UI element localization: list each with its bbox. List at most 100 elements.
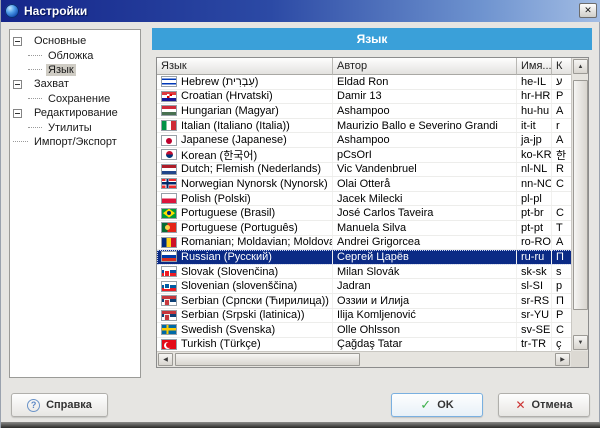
table-row[interactable]: Dutch; Flemish (Nederlands) Vic Vandenbr…: [157, 162, 573, 178]
vertical-scroll-thumb[interactable]: [573, 80, 588, 310]
locale-code-cell: hu-hu: [517, 104, 552, 118]
table-row[interactable]: Croatian (Hrvatski) Damir 13 hr-HR P: [157, 89, 573, 105]
horizontal-scrollbar[interactable]: ◀ ▶: [157, 351, 571, 367]
tree-collapse-icon[interactable]: [13, 79, 22, 89]
author-cell: Ilija Komljenović: [333, 308, 517, 323]
tree-item-label: Утилиты: [48, 121, 92, 134]
tree-item-4[interactable]: Сохранение: [10, 92, 140, 106]
language-label: Swedish (Svenska): [181, 323, 276, 336]
tree-item-5[interactable]: Редактирование: [10, 106, 140, 120]
check-icon: ✓: [420, 397, 432, 412]
author-cell: Ashampoo: [333, 104, 517, 118]
tree-item-label: Захват: [34, 78, 69, 91]
scrollbar-corner: [571, 351, 588, 367]
language-cell: Swedish (Svenska): [157, 323, 333, 337]
table-row[interactable]: Hungarian (Magyar) Ashampoo hu-hu A: [157, 104, 573, 119]
author-cell: Vic Vandenbruel: [333, 162, 517, 177]
author-cell: Çağdaş Tatar: [333, 337, 517, 352]
language-label: Russian (Русский): [181, 250, 272, 263]
language-cell: Romanian; Moldavian; Moldovan (Română): [157, 235, 333, 250]
tree-connector: [28, 127, 42, 129]
tree-collapse-icon[interactable]: [13, 36, 22, 46]
settings-window: Настройки ✕ Основные Обложка Язык Захват…: [0, 0, 600, 428]
language-label: Polish (Polski): [181, 192, 251, 205]
extra-cell: П: [556, 294, 564, 307]
language-label: Slovak (Slovenčina): [181, 265, 279, 278]
flag-icon: [161, 178, 177, 190]
language-cell: Japanese (Japanese): [157, 133, 333, 147]
language-label: Serbian (Srpski (latinica)): [181, 309, 305, 322]
locale-code-cell: hr-HR: [517, 89, 552, 104]
extra-cell: A: [556, 134, 564, 147]
language-label: Norwegian Nynorsk (Nynorsk): [181, 177, 328, 190]
scroll-left-icon[interactable]: ◀: [158, 353, 173, 366]
locale-code-cell: ro-RO: [517, 235, 552, 250]
scroll-up-icon[interactable]: ▲: [573, 59, 588, 74]
locale-code-cell: tr-TR: [517, 337, 552, 352]
tree-connector: [28, 55, 42, 57]
table-row[interactable]: Polish (Polski) Jacek Milecki pl-pl: [157, 191, 573, 207]
table-row[interactable]: Norwegian Nynorsk (Nynorsk) Olai Otterå …: [157, 177, 573, 192]
tree-item-1[interactable]: Обложка: [10, 48, 140, 62]
tree-collapse-icon[interactable]: [13, 108, 22, 118]
flag-icon: [161, 338, 177, 350]
extra-cell: R: [556, 163, 564, 176]
author-cell: Оззии и Илија: [333, 293, 517, 308]
extra-cell: ç: [556, 338, 562, 351]
tree-item-2[interactable]: Язык: [10, 63, 140, 77]
locale-code-cell: sk-sk: [517, 264, 552, 279]
table-row[interactable]: Portuguese (Brasil) José Carlos Taveira …: [157, 206, 573, 221]
author-cell: José Carlos Taveira: [333, 206, 517, 220]
column-header-k[interactable]: К: [552, 58, 573, 75]
table-row[interactable]: Slovenian (slovenščina) Jadran sl-SI p: [157, 279, 573, 294]
table-row[interactable]: Romanian; Moldavian; Moldovan (Română) A…: [157, 235, 573, 251]
column-header-language[interactable]: Язык: [157, 58, 333, 75]
flag-icon: [161, 324, 177, 336]
language-label: Turkish (Türkçe): [181, 338, 261, 351]
cancel-button-label: Отмена: [531, 399, 573, 411]
help-button[interactable]: ? Справка: [11, 393, 108, 417]
tree-item-3[interactable]: Захват: [10, 77, 140, 91]
scroll-right-icon[interactable]: ▶: [555, 353, 570, 366]
cancel-x-icon: ✕: [515, 398, 526, 412]
language-cell: Portuguese (Português): [157, 220, 333, 235]
tree-item-7[interactable]: Импорт/Экспорт: [10, 135, 140, 149]
language-cell: Hebrew (עִבְרִית): [157, 75, 333, 89]
table-row[interactable]: Hebrew (עִבְרִית) Eldad Ron he-IL ע: [157, 75, 573, 90]
table-row[interactable]: Russian (Русский) Сергей Царёв ru-ru П: [157, 250, 573, 265]
table-row[interactable]: Japanese (Japanese) Ashampoo ja-jp A: [157, 133, 573, 148]
table-row[interactable]: Serbian (Српски (Ћирилица)) Оззии и Илиј…: [157, 293, 573, 309]
locale-code-cell: sr-YU: [517, 308, 552, 323]
language-label: Hungarian (Magyar): [181, 104, 279, 117]
table-row[interactable]: Slovak (Slovenčina) Milan Slovák sk-sk s: [157, 264, 573, 280]
tree-connector: [28, 69, 42, 71]
titlebar[interactable]: Настройки ✕: [1, 0, 600, 22]
table-row[interactable]: Serbian (Srpski (latinica)) Ilija Komlje…: [157, 308, 573, 324]
locale-code-cell: pl-pl: [517, 191, 552, 206]
extra-cell: П: [556, 250, 564, 263]
vertical-scrollbar[interactable]: ▲ ▼: [571, 58, 588, 351]
column-header-name[interactable]: Имя...: [517, 58, 552, 75]
table-row[interactable]: Korean (한국어) pCsOrI ko-KR 한: [157, 147, 573, 163]
column-header-author[interactable]: Автор: [333, 58, 517, 75]
tree-item-6[interactable]: Утилиты: [10, 120, 140, 134]
language-label: Dutch; Flemish (Nederlands): [181, 163, 321, 176]
table-row[interactable]: Italian (Italiano (Italia)) Maurizio Bal…: [157, 118, 573, 134]
extra-cell: P: [556, 90, 564, 103]
extra-cell: P: [556, 309, 564, 322]
cancel-button[interactable]: ✕ Отмена: [498, 393, 590, 417]
language-label: Slovenian (slovenščina): [181, 280, 298, 293]
scroll-down-icon[interactable]: ▼: [573, 335, 588, 350]
author-cell: Maurizio Ballo e Severino Grandi: [333, 118, 517, 133]
ok-button-label: OK: [437, 399, 454, 411]
locale-code-cell: nl-NL: [517, 162, 552, 177]
flag-icon: [161, 163, 177, 175]
language-cell: Portuguese (Brasil): [157, 206, 333, 220]
table-row[interactable]: Swedish (Svenska) Olle Ohlsson sv-SE C: [157, 323, 573, 338]
horizontal-scroll-thumb[interactable]: [175, 353, 360, 366]
flag-icon: [161, 251, 177, 263]
table-row[interactable]: Portuguese (Português) Manuela Silva pt-…: [157, 220, 573, 236]
tree-item-0[interactable]: Основные: [10, 34, 140, 48]
ok-button[interactable]: ✓ OK: [391, 393, 483, 417]
close-button[interactable]: ✕: [579, 3, 597, 18]
